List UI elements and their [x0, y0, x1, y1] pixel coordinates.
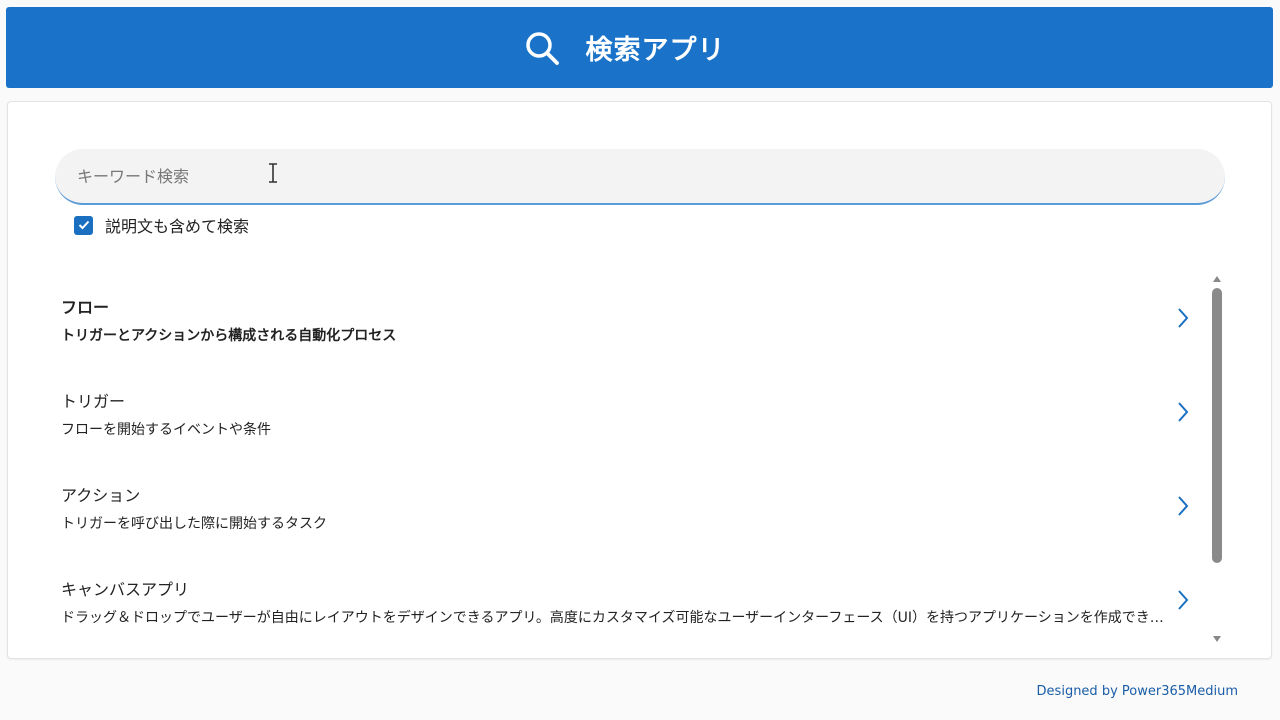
include-description-label: 説明文も含めて検索: [105, 217, 250, 236]
result-list: フロー トリガーとアクションから構成される自動化プロセス トリガー フローを開始…: [8, 262, 1208, 642]
item-description: フローを開始するイベントや条件: [61, 422, 271, 438]
list-item[interactable]: アクション トリガーを呼び出した際に開始するタスク: [8, 450, 1208, 544]
item-title: フロー: [61, 298, 110, 317]
text-cursor-icon: [269, 163, 277, 183]
chevron-right-icon[interactable]: [1176, 400, 1190, 424]
list-scrollbar[interactable]: [1210, 272, 1224, 642]
chevron-right-icon[interactable]: [1176, 494, 1190, 518]
include-description-checkbox[interactable]: [74, 215, 93, 235]
search-box: [55, 149, 1225, 205]
item-description: ドラッグ＆ドロップでユーザーが自由にレイアウトをデザインできるアプリ。高度にカス…: [61, 610, 1166, 626]
scrollbar-thumb[interactable]: [1212, 288, 1222, 563]
list-item[interactable]: フロー トリガーとアクションから構成される自動化プロセス: [8, 262, 1208, 356]
app-header: 検索アプリ: [6, 7, 1273, 88]
footer-credit: Designed by Power365Medium: [1036, 684, 1238, 699]
item-title: アクション: [61, 486, 141, 505]
include-description-option[interactable]: 説明文も含めて検索: [74, 214, 249, 236]
chevron-right-icon[interactable]: [1176, 306, 1190, 330]
list-item[interactable]: トリガー フローを開始するイベントや条件: [8, 356, 1208, 450]
search-icon: [525, 31, 559, 65]
main-panel: 説明文も含めて検索 フロー トリガーとアクションから構成される自動化プロセス ト…: [7, 101, 1272, 659]
checkmark-icon: [78, 220, 89, 230]
scroll-down-arrow-icon[interactable]: [1213, 636, 1221, 642]
chevron-right-icon[interactable]: [1176, 588, 1190, 612]
search-input[interactable]: [55, 149, 1225, 203]
item-title: トリガー: [61, 392, 126, 411]
item-title: キャンバスアプリ: [61, 580, 190, 599]
item-description: トリガーとアクションから構成される自動化プロセス: [61, 328, 397, 344]
page-title: 検索アプリ: [585, 35, 726, 66]
scroll-up-arrow-icon[interactable]: [1213, 276, 1221, 282]
item-description: トリガーを呼び出した際に開始するタスク: [61, 516, 327, 532]
list-item[interactable]: キャンバスアプリ ドラッグ＆ドロップでユーザーが自由にレイアウトをデザインできる…: [8, 544, 1208, 638]
